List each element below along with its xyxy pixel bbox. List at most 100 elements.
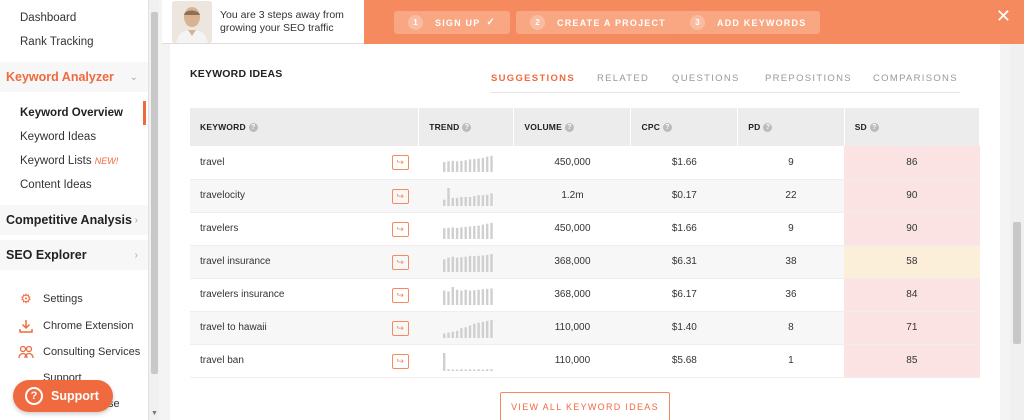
trend-bar: [442, 352, 446, 371]
open-serp-icon[interactable]: ↪: [391, 155, 409, 170]
section-label: Competitive Analysis: [6, 213, 132, 227]
trend-bar: [490, 253, 493, 272]
open-serp-icon[interactable]: ↪: [391, 320, 409, 336]
step-create-project[interactable]: 2 CREATE A PROJECT: [516, 11, 680, 34]
trend-bar: [455, 197, 459, 206]
trend-bar: [485, 288, 489, 305]
scrollbar-thumb[interactable]: [1013, 222, 1021, 344]
sd-cell: 84: [844, 278, 980, 312]
column-header-sd[interactable]: SD?: [844, 108, 981, 146]
keyword-text[interactable]: travel: [200, 157, 224, 168]
trend-bar: [442, 290, 446, 305]
sidebar-section-keyword-analyzer[interactable]: Keyword Analyzer ⌄: [0, 62, 148, 92]
trend-bar: [464, 289, 467, 305]
sidebar-item-keyword-ideas[interactable]: Keyword Ideas: [20, 131, 96, 143]
tab-comparisons[interactable]: COMPARISONS: [873, 73, 958, 84]
trend-bar: [455, 161, 459, 173]
keyword-cell: travel ↪: [190, 146, 419, 180]
tab-suggestions[interactable]: SUGGESTIONS: [491, 73, 575, 84]
info-icon[interactable]: ?: [869, 123, 879, 133]
trend-bar: [481, 254, 484, 272]
trend-bar: [472, 323, 476, 338]
tab-divider: [490, 92, 960, 93]
table-row: travelocity ↪ 1.2m $0.17 22 90: [190, 179, 980, 213]
trend-bar: [464, 369, 467, 371]
trend-bar: [472, 289, 476, 305]
keyword-text[interactable]: travel to hawaii: [200, 322, 267, 333]
trend-bar: [451, 369, 454, 371]
column-header-volume[interactable]: VOLUME?: [513, 108, 632, 146]
trend-bar: [447, 368, 450, 371]
trend-bar: [485, 156, 489, 173]
check-icon: ✓: [486, 17, 497, 28]
open-serp-icon[interactable]: ↪: [391, 188, 409, 204]
sidebar: Dashboard Rank Tracking Keyword Analyzer…: [0, 0, 148, 420]
keyword-text[interactable]: travel ban: [200, 355, 244, 366]
trend-bar: [442, 162, 446, 173]
trend-bar: [459, 290, 463, 305]
sidebar-item-chrome-extension[interactable]: Chrome Extension: [18, 318, 134, 334]
open-serp-icon[interactable]: ↪: [391, 353, 409, 369]
step-number: 3: [690, 15, 705, 30]
keyword-text[interactable]: travelers insurance: [200, 289, 284, 300]
trend-bar: [464, 226, 467, 239]
sidebar-item-keyword-overview[interactable]: Keyword Overview: [20, 107, 123, 119]
trend-bar: [459, 226, 463, 239]
info-icon[interactable]: ?: [663, 123, 673, 133]
trend-bar: [455, 227, 459, 239]
sidebar-item-keyword-lists[interactable]: Keyword Lists NEW!: [20, 155, 118, 167]
trend-bar: [477, 368, 480, 371]
keyword-cell: travelers insurance ↪: [190, 278, 419, 312]
trend-bar: [451, 286, 454, 305]
trend-bar: [472, 225, 476, 239]
scrollbar-thumb[interactable]: [151, 12, 158, 374]
table-row: travel ↪ 450,000 $1.66 9 86: [190, 146, 980, 180]
sd-cell: 90: [844, 179, 980, 213]
sidebar-item-dashboard[interactable]: Dashboard: [20, 12, 76, 24]
sidebar-scrollbar[interactable]: ▼: [148, 0, 159, 420]
trend-bar: [485, 194, 489, 206]
sidebar-item-rank-tracking[interactable]: Rank Tracking: [20, 36, 94, 48]
keyword-text[interactable]: travelocity: [200, 190, 245, 201]
open-serp-icon[interactable]: ↪: [391, 254, 409, 270]
sidebar-item-settings[interactable]: ⚙ Settings: [18, 291, 83, 307]
sidebar-section-seo-explorer[interactable]: SEO Explorer ›: [0, 240, 148, 270]
close-icon[interactable]: ✕: [996, 6, 1011, 27]
info-icon[interactable]: ?: [763, 123, 773, 133]
support-button[interactable]: ? Support: [13, 380, 113, 412]
column-header-keyword[interactable]: KEYWORD?: [190, 108, 420, 146]
info-icon[interactable]: ?: [564, 123, 574, 133]
header-label: KEYWORD: [200, 121, 246, 132]
sidebar-item-content-ideas[interactable]: Content Ideas: [20, 179, 92, 191]
tab-questions[interactable]: QUESTIONS: [672, 73, 740, 84]
header-label: PD: [748, 121, 761, 132]
trend-bar: [481, 158, 484, 173]
volume-cell: 450,000: [513, 212, 631, 246]
column-header-cpc[interactable]: CPC?: [630, 108, 739, 146]
trend-bar: [442, 227, 446, 239]
scroll-down-arrow-icon[interactable]: ▼: [151, 410, 158, 417]
open-serp-icon[interactable]: ↪: [391, 287, 409, 303]
download-icon: [18, 318, 34, 334]
step-add-keywords[interactable]: 3 ADD KEYWORDS: [676, 11, 821, 34]
tab-prepositions[interactable]: PREPOSITIONS: [765, 73, 852, 84]
info-icon[interactable]: ?: [462, 123, 472, 133]
trend-bar: [481, 369, 484, 371]
main-scrollbar[interactable]: [1010, 44, 1024, 420]
tab-related[interactable]: RELATED: [597, 73, 649, 84]
sidebar-item-consulting-services[interactable]: Consulting Services: [18, 344, 140, 360]
cpc-cell: $1.66: [630, 212, 738, 246]
column-header-pd[interactable]: PD?: [737, 108, 845, 146]
chevron-right-icon: ›: [134, 214, 138, 226]
keyword-text[interactable]: travel insurance: [200, 256, 271, 267]
sidebar-section-competitive-analysis[interactable]: Competitive Analysis ›: [0, 205, 148, 235]
trend-bar: [447, 291, 450, 305]
view-all-keyword-ideas-button[interactable]: VIEW ALL KEYWORD IDEAS: [500, 392, 670, 420]
open-serp-icon[interactable]: ↪: [391, 221, 409, 237]
volume-cell: 110,000: [513, 311, 631, 345]
column-header-trend[interactable]: TREND?: [418, 108, 515, 146]
keyword-text[interactable]: travelers: [200, 223, 238, 234]
step-sign-up[interactable]: 1 SIGN UP ✓: [394, 11, 511, 34]
info-icon[interactable]: ?: [248, 123, 258, 133]
section-title: KEYWORD IDEAS: [190, 68, 283, 80]
